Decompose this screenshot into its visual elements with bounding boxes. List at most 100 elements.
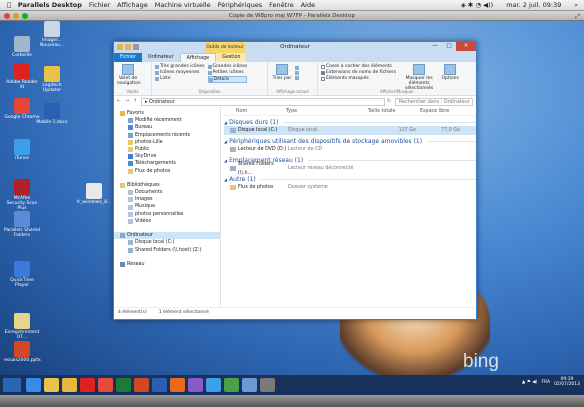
zoom-icon[interactable] [22,13,28,19]
language-indicator[interactable]: FRA [541,380,550,385]
menu-aide[interactable]: Aide [301,1,315,9]
desktop-icon[interactable]: McAfee Security Scan Plus [4,179,40,211]
menu-parallels[interactable]: Parallels Desktop [18,1,82,9]
checkbox-icon[interactable] [321,64,325,69]
layout-xlarge-icons[interactable]: Très grandes icônes [155,64,205,69]
apple-menu-icon[interactable]:  [7,1,11,9]
ie-icon[interactable] [25,378,41,392]
desktop-icon[interactable]: QuickTime Player [4,261,40,288]
layout-medium-icons[interactable]: Icônes moyennes [155,70,205,75]
tree-item[interactable]: Emplacements récents [114,132,220,139]
tab-gestion[interactable]: Gestion [216,53,247,62]
search-input[interactable]: Rechercher dans : Ordinateur [395,97,473,106]
tree-item[interactable]: Ordinateur [114,232,220,240]
pdf-icon[interactable] [97,378,113,392]
menu-peripheriques[interactable]: Périphériques [218,1,263,9]
firefox-icon[interactable] [169,378,185,392]
spotlight-icon[interactable]: ⌕ [574,1,578,10]
group-header[interactable]: ◢ Périphériques utilisant des dispositifs… [224,138,476,145]
collapse-icon[interactable]: ◢ [224,139,227,144]
address-bar[interactable]: ▸ Ordinateur [141,97,385,106]
menu-fichier[interactable]: Fichier [89,1,110,9]
desktop-icon[interactable]: iTunes [4,139,40,161]
desktop-icon[interactable]: Parallels Shared Folders [4,211,40,238]
drive-row[interactable]: Shared Folders (\\.h... Lecteur réseau dé… [224,162,476,176]
menu-affichage[interactable]: Affichage [117,1,148,9]
layout-details[interactable]: Détails [207,76,248,83]
column-type[interactable]: Type [286,107,368,115]
tree-item[interactable]: Disque local (C:) [114,239,220,246]
group-by-icon[interactable] [295,66,299,70]
close-icon[interactable] [4,13,10,19]
size-columns-icon[interactable] [295,76,299,80]
layout-small-icons[interactable]: Petites icônes [207,70,248,75]
explorer-icon[interactable] [43,378,59,392]
folder-icon[interactable] [61,378,77,392]
taskbar-clock[interactable]: 09:39 02/07/2013 [554,377,580,387]
drive-row[interactable]: Lecteur de DVD (D:) Lecteur de CD [224,145,476,154]
refresh-icon[interactable]: ↻ [387,99,393,104]
up-icon[interactable]: ↑ [133,99,139,104]
excel-icon[interactable] [115,378,131,392]
tree-item[interactable]: Shared Folders (\\.host) (Z:) [114,247,220,254]
add-columns-icon[interactable] [295,71,299,75]
chrome-icon[interactable] [223,378,239,392]
tree-item[interactable]: photos-Lille [114,139,220,146]
drive-row[interactable]: Flux de photos Dossier système [224,183,476,192]
collapse-icon[interactable]: ◢ [224,177,227,182]
tray-icons[interactable]: ▲ ⚑ ◀) [522,380,538,385]
layout-large-icons[interactable]: Grandes icônes [207,64,247,69]
tree-item[interactable]: Réseau [114,261,220,268]
checkbox-option[interactable]: Cases à cocher des éléments [321,64,396,69]
menubar-status-icons[interactable]: ◈ ✱ ◔ ◀)) [461,1,493,10]
tab-affichage[interactable]: Affichage [179,53,217,62]
navigation-pane-button[interactable]: Volet de navigation [117,64,141,86]
tree-item[interactable]: SkyDrive [114,153,220,160]
tree-item[interactable]: Images [114,196,220,203]
tree-item[interactable]: Bureau [114,124,220,131]
tree-item[interactable]: Documents [114,189,220,196]
acrobat-icon[interactable] [79,378,95,392]
column-nom[interactable]: Nom [224,107,286,115]
new-folder-icon[interactable] [125,44,131,50]
menu-fenetre[interactable]: Fenêtre [269,1,294,9]
paint-icon[interactable] [187,378,203,392]
app-icon[interactable] [241,378,257,392]
tree-item[interactable]: Modifié récemment [114,117,220,124]
desktop-icon[interactable]: fr_windows_8... [76,183,112,205]
desktop-icon[interactable]: Mobile 1.docx [34,103,70,125]
tree-item[interactable]: Public [114,146,220,153]
checkbox-option[interactable]: Éléments masqués [321,76,396,81]
checkbox-icon[interactable] [321,76,325,81]
collapse-icon[interactable]: ◢ [224,120,227,125]
checkbox-icon[interactable] [321,70,325,75]
tree-item[interactable]: photos personnelles [114,211,220,218]
settings-icon[interactable] [259,378,275,392]
powerpoint-icon[interactable] [133,378,149,392]
checkbox-option[interactable]: Extensions de noms de fichiers [321,70,396,75]
tree-item[interactable]: Téléchargements [114,160,220,167]
minimize-button[interactable]: — [428,42,442,51]
layout-list[interactable]: Liste [155,76,205,81]
maximize-button[interactable]: □ [442,42,456,51]
menu-machine[interactable]: Machine virtuelle [155,1,211,9]
tree-item[interactable]: Musique [114,203,220,210]
collapse-icon[interactable]: ◢ [224,158,227,163]
column-espace[interactable]: Espace libre [420,107,460,115]
tab-fichier[interactable]: Fichier [114,53,142,62]
desktop-icon[interactable]: Imager... Nouveau... [34,21,70,48]
desktop-icon[interactable]: Enregistrement 07... [4,313,40,340]
column-taille[interactable]: Taille totale [368,107,420,115]
desktop-icon[interactable]: Logitech Updater [34,66,70,93]
forward-icon[interactable]: → [125,99,131,104]
drive-row[interactable]: Disque local (C:) Disque local 127 Go 77,0 … [224,126,476,135]
qat-dropdown-icon[interactable] [133,44,139,50]
desktop-icon[interactable]: essais2000.pptx [4,341,41,363]
minimize-icon[interactable] [13,13,19,19]
tree-item[interactable]: Flux de photos [114,168,220,175]
back-icon[interactable]: ← [117,99,123,104]
start-button[interactable] [3,378,21,392]
media-icon[interactable] [205,378,221,392]
tree-item[interactable]: Vidéos [114,218,220,225]
close-button[interactable]: ✕ [456,42,476,51]
